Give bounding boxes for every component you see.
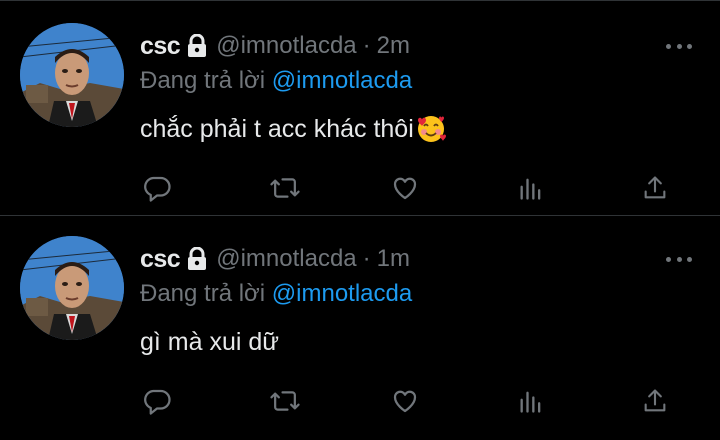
reply-prefix: Đang trả lời [140, 67, 272, 94]
tweet-actions [0, 171, 720, 205]
lock-icon [186, 34, 208, 58]
user-handle[interactable]: @imnotlacda [216, 245, 356, 273]
views-icon[interactable] [514, 384, 548, 418]
tweet-text-content: chắc phải t acc khác thôi [140, 114, 414, 143]
tweet[interactable]: csc @imnotlacda · 1m Đang trả lời @imnot… [0, 218, 720, 440]
retweet-icon[interactable] [268, 171, 302, 205]
tweet-text: chắc phải t acc khác thôi [140, 114, 448, 144]
avatar[interactable] [20, 23, 124, 127]
reply-mention[interactable]: @imnotlacda [272, 67, 412, 94]
user-handle[interactable]: @imnotlacda [216, 32, 356, 60]
share-icon[interactable] [638, 384, 672, 418]
tweet-text: gì mà xui dữ [140, 328, 279, 357]
timestamp[interactable]: 2m [377, 32, 410, 60]
tweet-header: csc @imnotlacda · 2m [140, 31, 410, 61]
smiling-face-with-hearts-icon [416, 114, 448, 144]
tweet-actions [0, 384, 720, 418]
separator-dot: · [362, 245, 371, 272]
reply-icon[interactable] [140, 171, 174, 205]
replying-to: Đang trả lời @imnotlacda [140, 67, 412, 95]
more-icon[interactable] [666, 254, 692, 264]
like-icon[interactable] [388, 171, 422, 205]
share-icon[interactable] [638, 171, 672, 205]
reply-prefix: Đang trả lời [140, 280, 272, 307]
separator-dot: · [362, 32, 371, 59]
retweet-icon[interactable] [268, 384, 302, 418]
more-icon[interactable] [666, 41, 692, 51]
views-icon[interactable] [514, 171, 548, 205]
tweet[interactable]: csc @imnotlacda · 2m Đang trả lời @imnot… [0, 0, 720, 216]
display-name[interactable]: csc [140, 32, 181, 61]
reply-icon[interactable] [140, 384, 174, 418]
timestamp[interactable]: 1m [377, 245, 410, 273]
tweet-text-content: gì mà xui dữ [140, 328, 280, 356]
like-icon[interactable] [388, 384, 422, 418]
tweet-header: csc @imnotlacda · 1m [140, 244, 410, 274]
display-name[interactable]: csc [140, 245, 181, 274]
avatar[interactable] [20, 236, 124, 340]
replying-to: Đang trả lời @imnotlacda [140, 280, 412, 308]
lock-icon [186, 247, 208, 271]
reply-mention[interactable]: @imnotlacda [272, 280, 412, 307]
